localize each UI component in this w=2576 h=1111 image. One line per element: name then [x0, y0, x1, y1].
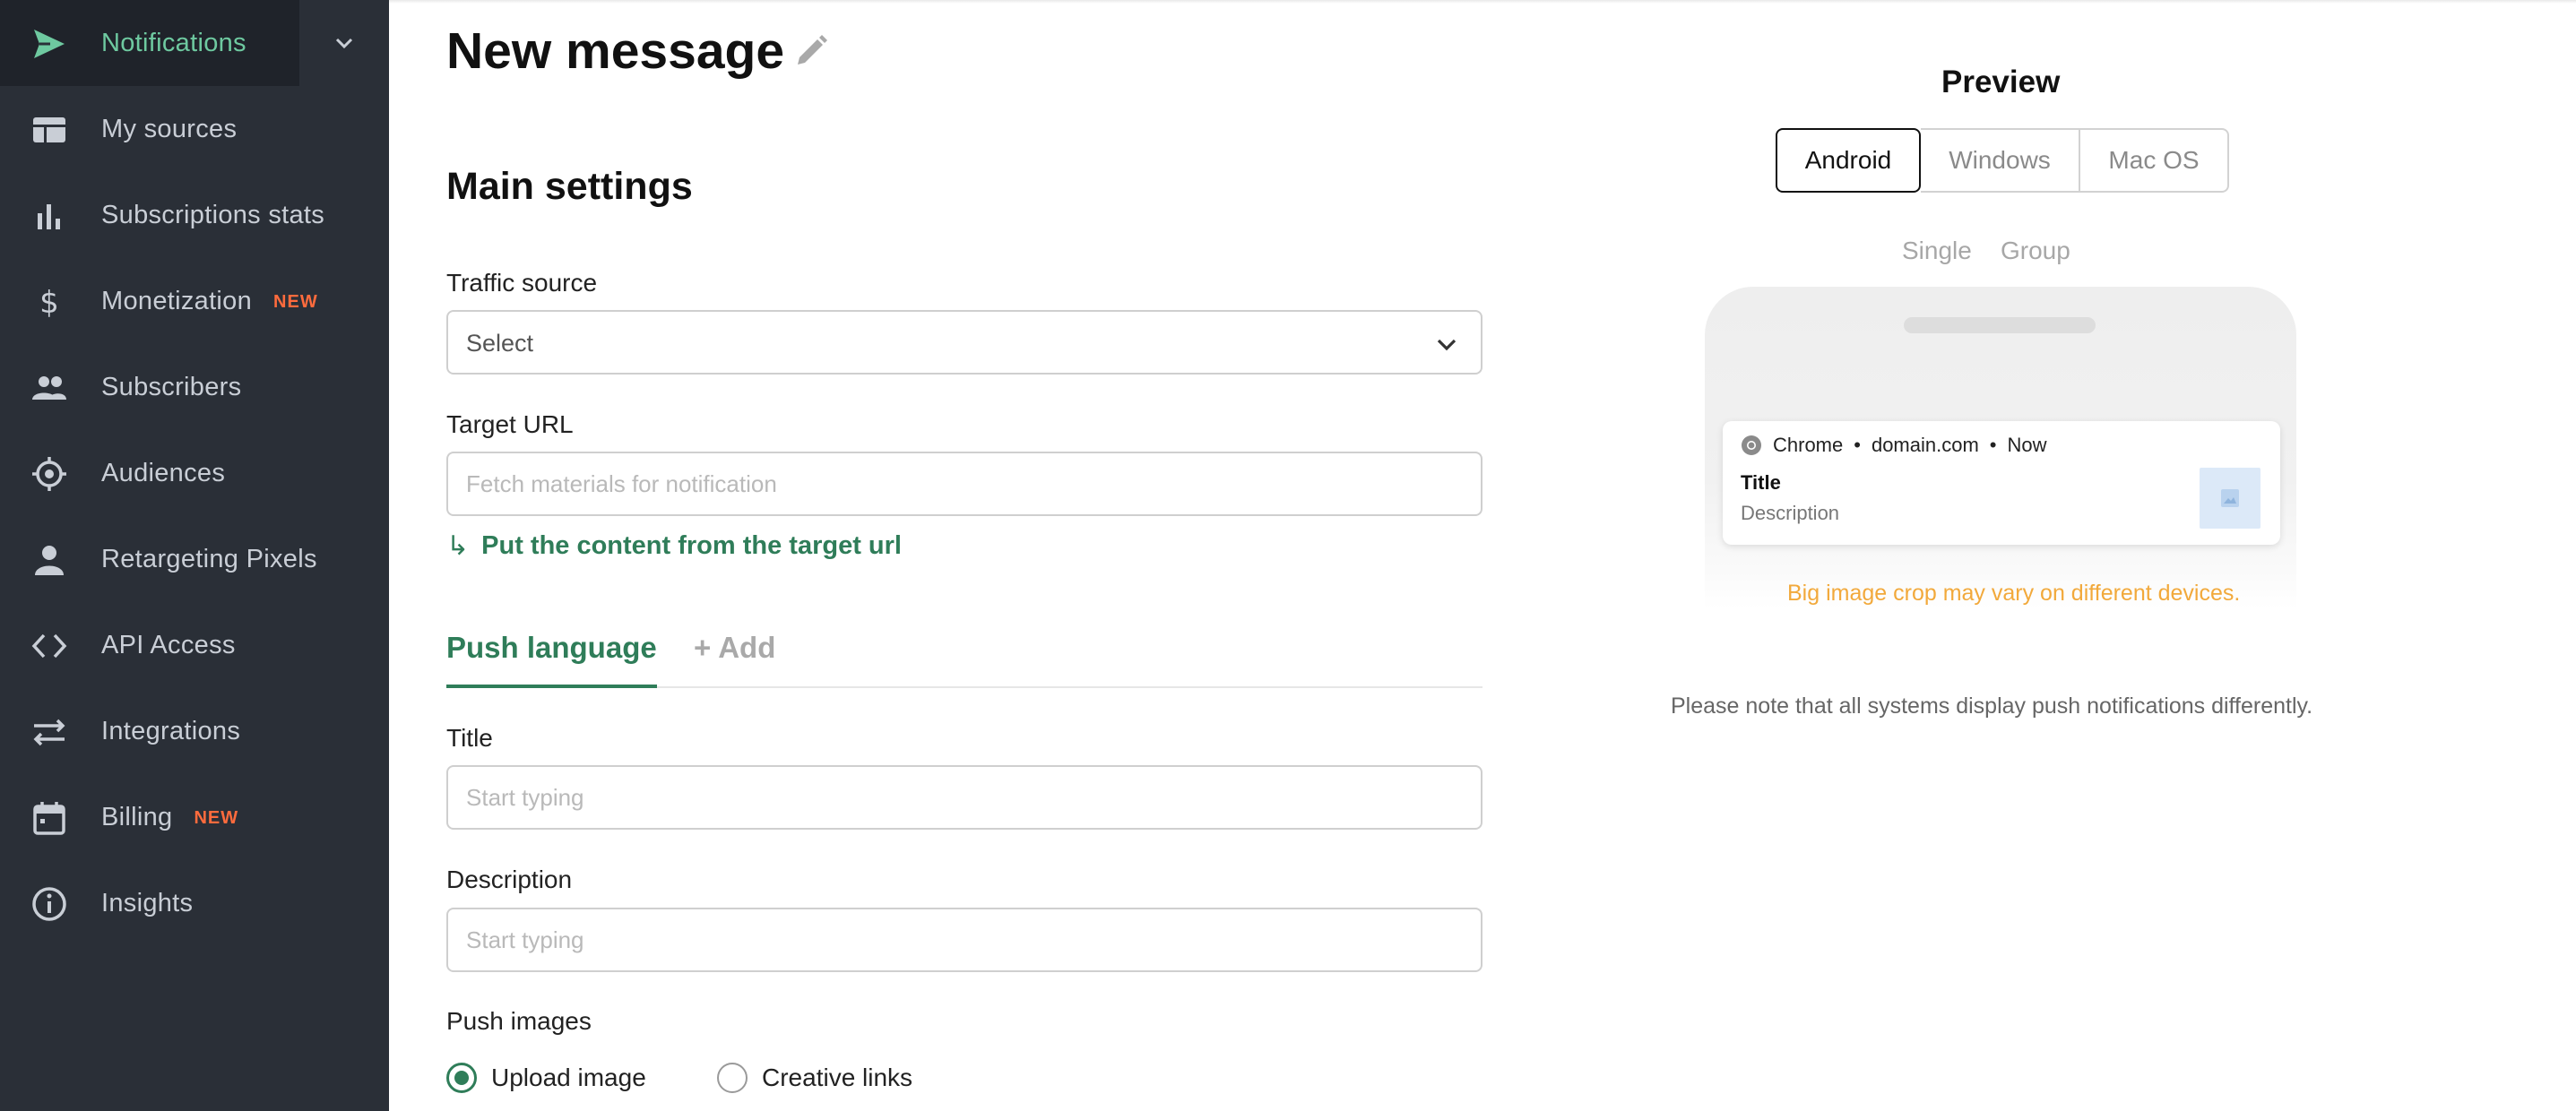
- sidebar-item-billing[interactable]: Billing NEW: [0, 774, 389, 860]
- notification-preview: Chrome • domain.com • Now Title Descript…: [1723, 421, 2280, 545]
- platform-selector: Android Windows Mac OS: [1776, 128, 2229, 193]
- creative-links-option[interactable]: Creative links: [717, 1063, 912, 1093]
- title-label: Title: [446, 724, 493, 752]
- person-icon: [30, 541, 68, 579]
- sidebar-item-label: API Access: [101, 630, 236, 659]
- sidebar-item-integrations[interactable]: Integrations: [0, 688, 389, 774]
- platform-windows-button[interactable]: Windows: [1921, 128, 2080, 193]
- dollar-icon: $: [30, 283, 68, 321]
- mode-group-tab[interactable]: Group: [2001, 237, 2070, 265]
- sidebar-item-label: Monetization NEW: [101, 286, 318, 315]
- fetch-content-link[interactable]: ↳ Put the content from the target url: [446, 530, 902, 562]
- upload-image-radio[interactable]: [446, 1063, 477, 1093]
- separator-dot: •: [1854, 434, 1861, 456]
- mode-single-tab[interactable]: Single: [1902, 237, 1972, 265]
- sidebar-item-api-access[interactable]: API Access: [0, 602, 389, 688]
- preview-title: Preview: [1941, 65, 2061, 99]
- page-title: New message: [446, 22, 785, 80]
- fetch-content-label: Put the content from the target url: [481, 531, 902, 560]
- chevron-down-icon: [335, 38, 353, 49]
- send-icon: [30, 25, 68, 63]
- sidebar-item-notifications[interactable]: Notifications: [0, 0, 299, 86]
- sources-icon: [30, 111, 68, 149]
- pencil-icon[interactable]: [792, 32, 830, 70]
- target-icon: [30, 455, 68, 493]
- info-icon: [30, 885, 68, 923]
- description-input[interactable]: [446, 908, 1482, 972]
- sidebar-item-label: Retargeting Pixels: [101, 544, 317, 573]
- notification-description: Description: [1741, 502, 1840, 524]
- return-arrow-icon: ↳: [446, 531, 470, 561]
- sidebar-item-my-sources[interactable]: My sources: [0, 86, 389, 172]
- sidebar-item-label: Billing NEW: [101, 802, 239, 831]
- chevron-down-icon: [1437, 339, 1457, 351]
- notification-header: Chrome • domain.com • Now: [1741, 434, 2047, 457]
- add-language-button[interactable]: + Add: [694, 631, 775, 665]
- phone-speaker: [1904, 317, 2096, 333]
- notification-domain: domain.com: [1871, 434, 1979, 456]
- tab-push-language[interactable]: Push language: [446, 627, 657, 688]
- target-url-label: Target URL: [446, 410, 574, 438]
- push-images-label: Push images: [446, 1007, 592, 1035]
- title-input[interactable]: [446, 765, 1482, 830]
- description-label: Description: [446, 866, 573, 893]
- sidebar: Notifications My sources Subscriptions s…: [0, 0, 389, 1111]
- sidebar-item-insights[interactable]: Insights: [0, 860, 389, 946]
- calendar-icon: [30, 799, 68, 837]
- platform-android-button[interactable]: Android: [1776, 128, 1921, 193]
- separator-dot: •: [1989, 434, 1997, 456]
- traffic-source-select[interactable]: Select: [446, 310, 1482, 375]
- sidebar-item-retargeting-pixels[interactable]: Retargeting Pixels: [0, 516, 389, 602]
- preview-note: Please note that all systems display pus…: [1671, 693, 2313, 719]
- section-title: Main settings: [446, 165, 693, 208]
- upload-image-option[interactable]: Upload image: [446, 1063, 646, 1093]
- sidebar-item-label: Integrations: [101, 716, 241, 745]
- notification-time: Now: [2007, 434, 2047, 456]
- chrome-icon: [1742, 435, 1761, 455]
- creative-links-label: Creative links: [762, 1064, 913, 1091]
- sidebar-item-subscribers[interactable]: Subscribers: [0, 344, 389, 430]
- image-crop-warning: Big image crop may vary on different dev…: [1787, 581, 2241, 606]
- top-divider: [389, 0, 2576, 4]
- sidebar-item-monetization[interactable]: $ Monetization NEW: [0, 258, 389, 344]
- sidebar-item-label: Subscribers: [101, 372, 242, 401]
- language-tabs: Push language + Add: [446, 627, 1482, 688]
- sidebar-item-subscriptions-stats[interactable]: Subscriptions stats: [0, 172, 389, 258]
- new-badge: NEW: [194, 807, 239, 828]
- sidebar-item-label: Subscriptions stats: [101, 200, 325, 229]
- creative-links-radio[interactable]: [717, 1063, 748, 1093]
- traffic-source-value: Select: [466, 330, 534, 357]
- code-icon: [30, 627, 68, 665]
- arrows-swap-icon: [30, 713, 68, 751]
- sidebar-item-audiences[interactable]: Audiences: [0, 430, 389, 516]
- sidebar-item-label: Insights: [101, 888, 194, 917]
- platform-macos-button[interactable]: Mac OS: [2080, 128, 2229, 193]
- new-badge: NEW: [273, 291, 318, 312]
- notification-browser: Chrome: [1773, 434, 1844, 456]
- sidebar-collapse-button[interactable]: [299, 0, 389, 86]
- sidebar-item-label: Notifications: [101, 28, 246, 57]
- sidebar-item-label: My sources: [101, 114, 238, 143]
- svg-text:$: $: [39, 285, 59, 321]
- traffic-source-label: Traffic source: [446, 269, 598, 297]
- bar-chart-icon: [30, 197, 68, 235]
- notification-title: Title: [1741, 471, 1781, 494]
- target-url-input[interactable]: [446, 452, 1482, 516]
- image-placeholder-icon: [2200, 468, 2260, 529]
- people-icon: [30, 369, 68, 407]
- sidebar-item-label: Audiences: [101, 458, 226, 487]
- upload-image-label: Upload image: [491, 1064, 646, 1091]
